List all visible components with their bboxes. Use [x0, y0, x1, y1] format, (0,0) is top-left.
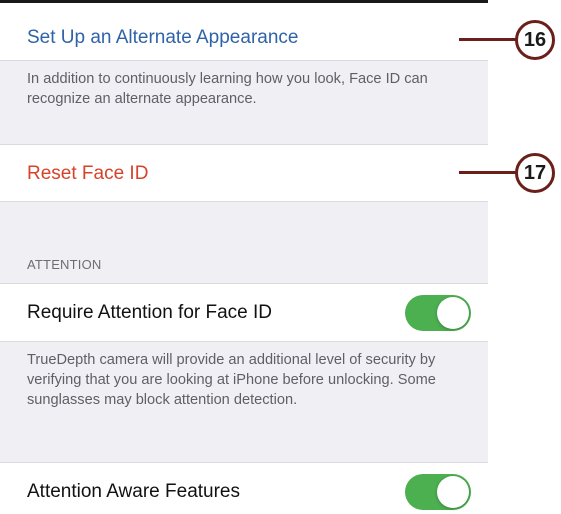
- require-attention-toggle[interactable]: [405, 295, 471, 331]
- callout-16-badge: 16: [515, 20, 555, 60]
- attention-aware-cell: Attention Aware Features: [0, 462, 488, 514]
- attention-aware-label: Attention Aware Features: [27, 481, 240, 502]
- require-attention-cell: Require Attention for Face ID: [0, 283, 488, 342]
- require-attention-footer: TrueDepth camera will provide an additio…: [27, 352, 436, 408]
- reset-face-id-cell[interactable]: Reset Face ID: [0, 144, 488, 202]
- attention-section-header: ATTENTION: [27, 257, 102, 272]
- toggle-knob: [437, 476, 469, 508]
- callout-17-badge: 17: [515, 153, 555, 193]
- callout-16-line: [459, 38, 516, 41]
- require-attention-label: Require Attention for Face ID: [27, 302, 273, 323]
- attention-aware-toggle[interactable]: [405, 474, 471, 510]
- face-id-settings-screen: Set Up an Alternate Appearance In additi…: [0, 0, 488, 514]
- callout-17-line: [459, 171, 516, 174]
- toggle-knob: [437, 297, 469, 329]
- reset-face-id-label[interactable]: Reset Face ID: [27, 163, 148, 185]
- alternate-appearance-cell[interactable]: Set Up an Alternate Appearance: [0, 3, 488, 61]
- alternate-appearance-footer: In addition to continuously learning how…: [27, 71, 428, 107]
- alternate-appearance-label[interactable]: Set Up an Alternate Appearance: [27, 27, 298, 49]
